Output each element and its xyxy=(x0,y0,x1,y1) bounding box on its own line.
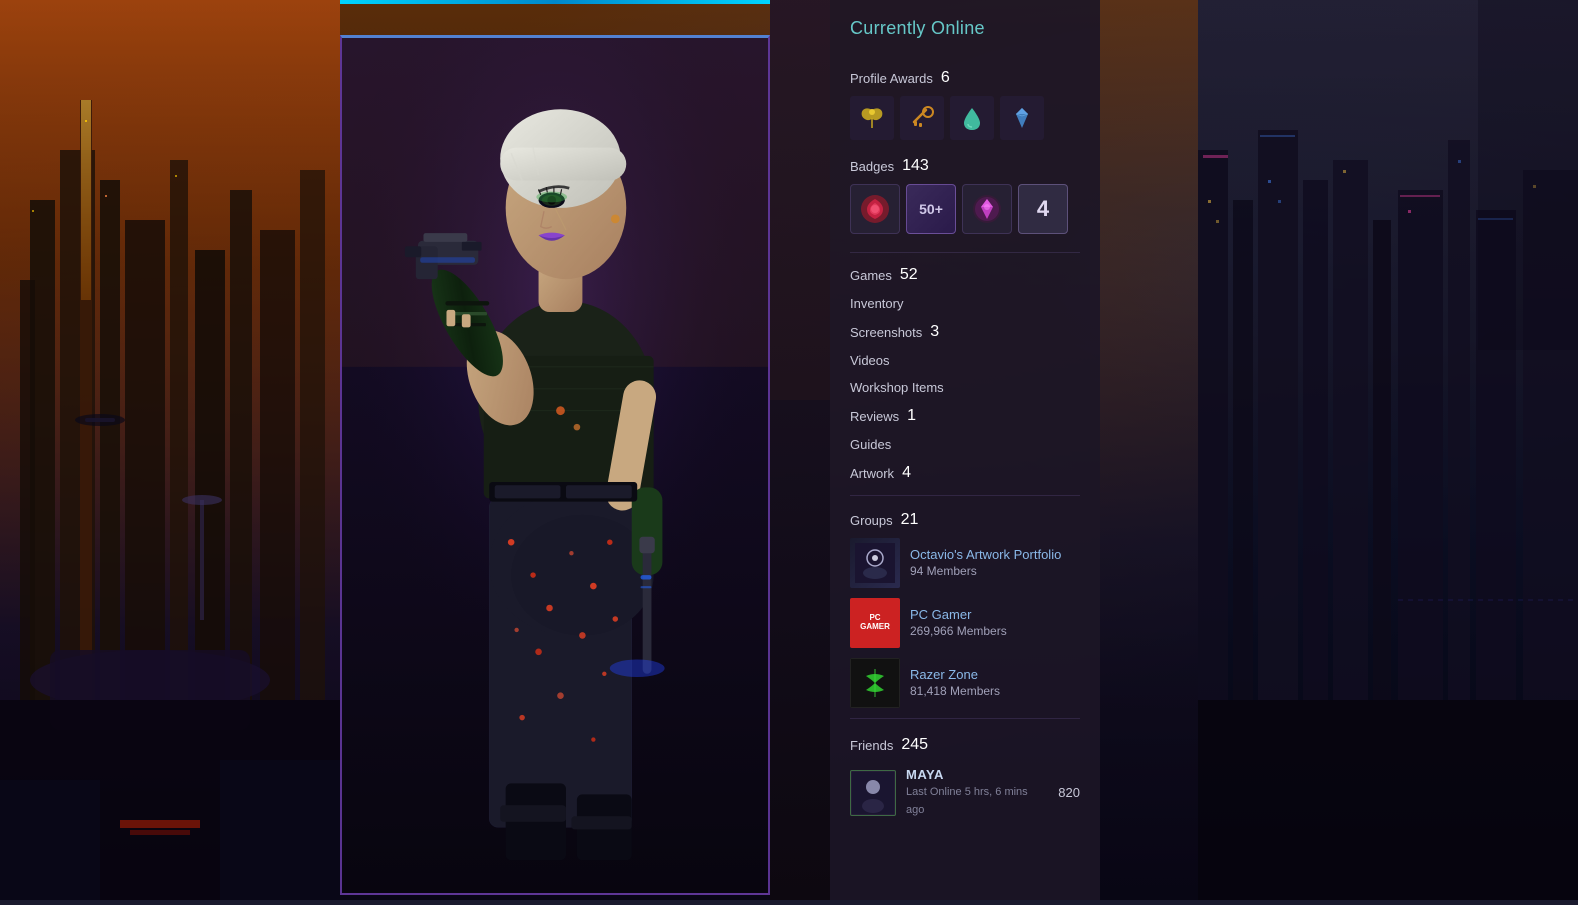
groups-section: Groups 21 xyxy=(850,508,1080,708)
inventory-row[interactable]: Inventory xyxy=(850,293,1080,314)
badge-level-50[interactable]: 50+ xyxy=(906,184,956,234)
online-status-label: Currently Online xyxy=(850,18,985,39)
divider-1 xyxy=(850,252,1080,253)
artwork-row[interactable]: Artwork 4 xyxy=(850,461,1080,485)
group-item-octavio[interactable]: Octavio's Artwork Portfolio 94 Members xyxy=(850,538,1080,588)
badge-rose[interactable] xyxy=(850,184,900,234)
guides-label[interactable]: Guides xyxy=(850,437,891,452)
reviews-label[interactable]: Reviews xyxy=(850,409,899,424)
games-label[interactable]: Games xyxy=(850,268,892,283)
right-sidebar: Currently Online Profile Awards 6 xyxy=(830,0,1100,900)
profile-awards-label[interactable]: Profile Awards xyxy=(850,71,933,86)
maya-friend-info: MAYA Last Online 5 hrs, 6 mins ago xyxy=(906,767,1048,818)
group-item-pcgamer[interactable]: PC GAMER PC Gamer 269,966 Members xyxy=(850,598,1080,648)
workshop-items-row[interactable]: Workshop Items xyxy=(850,377,1080,398)
games-count: 52 xyxy=(900,266,918,284)
pcgamer-group-name[interactable]: PC Gamer xyxy=(910,607,1080,622)
divider-3 xyxy=(850,718,1080,719)
award-gem[interactable] xyxy=(1000,96,1044,140)
octavio-group-info: Octavio's Artwork Portfolio 94 Members xyxy=(910,547,1080,580)
screenshots-label[interactable]: Screenshots xyxy=(850,325,922,340)
games-row[interactable]: Games 52 xyxy=(850,263,1080,287)
octavio-group-members: 94 Members xyxy=(910,564,977,578)
octavio-logo xyxy=(850,538,900,588)
screenshots-count: 3 xyxy=(930,323,939,341)
videos-row[interactable]: Videos xyxy=(850,350,1080,371)
profile-artwork-panel xyxy=(340,35,770,895)
guides-row[interactable]: Guides xyxy=(850,434,1080,455)
badge-pink-gem[interactable] xyxy=(962,184,1012,234)
groups-label[interactable]: Groups xyxy=(850,513,893,528)
groups-count: 21 xyxy=(901,511,919,529)
award-key[interactable] xyxy=(900,96,944,140)
artwork-count: 4 xyxy=(902,464,911,482)
maya-friend-status: Last Online 5 hrs, 6 mins ago xyxy=(906,786,1028,816)
pcgamer-logo: PC GAMER xyxy=(850,598,900,648)
maya-friend-score: 820 xyxy=(1058,785,1080,800)
screenshots-row[interactable]: Screenshots 3 xyxy=(850,320,1080,344)
online-status-row: Currently Online xyxy=(850,15,1080,60)
reviews-count: 1 xyxy=(907,407,916,425)
friends-header-row[interactable]: Friends 245 xyxy=(850,733,1080,757)
friends-count: 245 xyxy=(901,736,928,754)
group-item-razer[interactable]: Razer Zone 81,418 Members xyxy=(850,658,1080,708)
badges-row[interactable]: Badges 143 xyxy=(850,154,1080,178)
group-avatar-razer xyxy=(850,658,900,708)
award-butterfly[interactable] xyxy=(850,96,894,140)
maya-friend-name[interactable]: MAYA xyxy=(906,767,1048,782)
friend-avatar-maya xyxy=(850,770,896,816)
inventory-label[interactable]: Inventory xyxy=(850,296,903,311)
badges-label[interactable]: Badges xyxy=(850,159,894,174)
friends-section: Friends 245 MAYA Last Online 5 hrs xyxy=(850,733,1080,818)
friend-item-maya[interactable]: MAYA Last Online 5 hrs, 6 mins ago 820 xyxy=(850,767,1080,818)
videos-label[interactable]: Videos xyxy=(850,353,890,368)
friends-label[interactable]: Friends xyxy=(850,738,893,753)
groups-header-row[interactable]: Groups 21 xyxy=(850,508,1080,532)
award-drop[interactable] xyxy=(950,96,994,140)
awards-grid xyxy=(850,96,1080,140)
razer-group-name[interactable]: Razer Zone xyxy=(910,667,1080,682)
side-panel xyxy=(770,0,830,900)
badge-number-4[interactable]: 4 xyxy=(1018,184,1068,234)
group-avatar-pcgamer: PC GAMER xyxy=(850,598,900,648)
profile-awards-count: 6 xyxy=(941,69,950,87)
group-avatar-octavio xyxy=(850,538,900,588)
reviews-row[interactable]: Reviews 1 xyxy=(850,404,1080,428)
razer-logo xyxy=(850,658,900,708)
profile-awards-row[interactable]: Profile Awards 6 xyxy=(850,66,1080,90)
badges-count: 143 xyxy=(902,157,929,175)
razer-group-info: Razer Zone 81,418 Members xyxy=(910,667,1080,700)
badges-grid: 50+ 4 xyxy=(850,184,1080,234)
pcgamer-group-members: 269,966 Members xyxy=(910,624,1007,638)
divider-2 xyxy=(850,495,1080,496)
badge-4-text: 4 xyxy=(1037,196,1049,222)
razer-group-members: 81,418 Members xyxy=(910,684,1000,698)
badge-level-text: 50+ xyxy=(919,201,943,217)
octavio-group-name[interactable]: Octavio's Artwork Portfolio xyxy=(910,547,1080,562)
artwork-label[interactable]: Artwork xyxy=(850,466,894,481)
workshop-items-label[interactable]: Workshop Items xyxy=(850,380,944,395)
pcgamer-group-info: PC Gamer 269,966 Members xyxy=(910,607,1080,640)
